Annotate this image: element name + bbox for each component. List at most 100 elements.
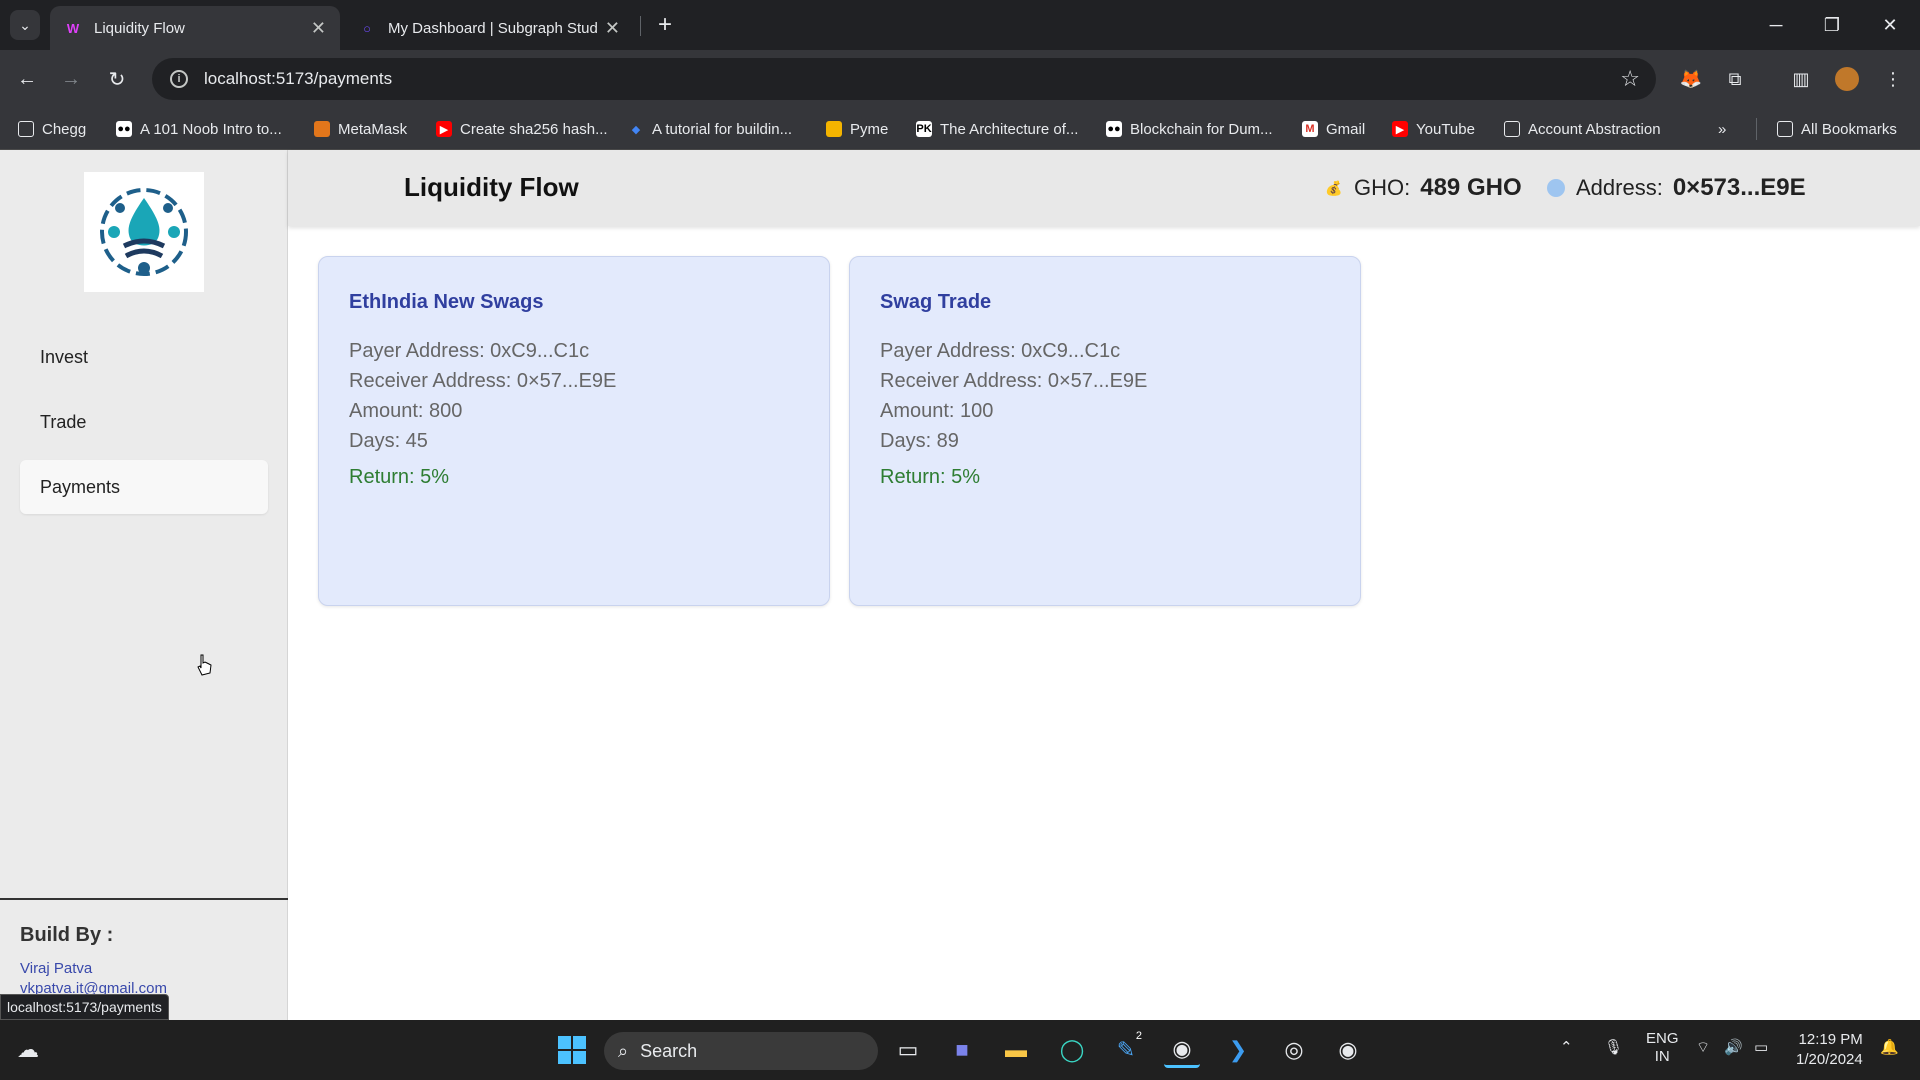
metamask-extension-icon[interactable]: 🦊 [1676, 64, 1706, 94]
link-status-bar: localhost:5173/payments [0, 994, 169, 1020]
weather-icon[interactable]: ☁ [10, 1032, 46, 1068]
bookmark-item[interactable]: ●● A 101 Noob Intro to... [116, 118, 282, 140]
back-icon[interactable]: ← [12, 64, 42, 94]
address-bar[interactable]: i localhost:5173/payments ☆ [152, 58, 1656, 100]
reload-icon[interactable]: ↻ [102, 64, 132, 94]
payment-amount: Amount: 800 [349, 400, 463, 422]
payer-address: Payer Address: 0xC9...C1c [349, 340, 590, 362]
builder-name-link[interactable]: Viraj Patva [20, 960, 92, 977]
taskbar-search[interactable]: ⌕ Search [604, 1032, 878, 1070]
notification-badge: 2 [1135, 1030, 1142, 1042]
close-icon[interactable]: ✕ [311, 18, 326, 39]
sidebar-item-trade[interactable]: Trade [20, 395, 268, 449]
minimize-icon[interactable]: ─ [1756, 8, 1796, 42]
tray-chevron-icon[interactable]: ⌃ [1560, 1038, 1573, 1056]
payment-amount: Amount: 100 [880, 400, 994, 422]
menu-kebab-icon[interactable]: ⋮ [1878, 64, 1908, 94]
close-icon[interactable]: ✕ [605, 18, 620, 39]
payment-days: Days: 89 [880, 430, 959, 452]
wallet-address: Address: 0×573...E9E [1546, 174, 1806, 202]
notifications-bell-icon[interactable]: 🔔 [1880, 1038, 1899, 1056]
browser-tabstrip: ⌄ W Liquidity Flow ✕ ○ My Dashboard | Su… [0, 0, 1920, 50]
medium-icon: ●● [1106, 121, 1122, 137]
app-logo [84, 172, 204, 292]
chrome-icon[interactable]: ◉ [1164, 1032, 1200, 1068]
receiver-address: Receiver Address: 0×57...E9E [349, 370, 617, 392]
chrome-alt-icon[interactable]: ◉ [1330, 1032, 1366, 1068]
gmail-icon: M [1302, 121, 1318, 137]
windows-start-icon[interactable] [554, 1032, 590, 1068]
money-bag-icon: 💰 [1325, 179, 1343, 196]
pk-icon: PK [916, 121, 932, 137]
file-explorer-icon[interactable]: ▬ [998, 1032, 1034, 1068]
sidebar-divider [0, 898, 288, 900]
tab-title: Liquidity Flow [94, 19, 185, 37]
bookmark-item[interactable]: ●● Blockchain for Dum... [1106, 118, 1273, 140]
gho-value: 489 GHO [1420, 174, 1522, 201]
system-clock[interactable]: 12:19 PM 1/20/2024 [1796, 1030, 1863, 1070]
bookmark-star-icon[interactable]: ☆ [1620, 66, 1640, 92]
site-info-icon[interactable]: i [170, 70, 188, 88]
taskbar-search-label: Search [640, 1040, 698, 1061]
bookmark-item[interactable]: ◆ A tutorial for buildin... [628, 118, 792, 140]
forward-icon[interactable]: → [56, 64, 86, 94]
sidebar-item-label: Trade [40, 411, 87, 432]
tab-title: My Dashboard | Subgraph Stud [388, 19, 597, 37]
sidebar-item-invest[interactable]: Invest [20, 330, 268, 384]
app-header: Liquidity Flow 💰 GHO: 489 GHO Address: 0… [288, 150, 1920, 226]
extensions-icon[interactable]: ⧉ [1720, 64, 1750, 94]
close-window-icon[interactable]: ✕ [1870, 8, 1910, 42]
tab-subgraph-studio[interactable]: ○ My Dashboard | Subgraph Stud ✕ [344, 6, 634, 50]
payer-address: Payer Address: 0xC9...C1c [880, 340, 1121, 362]
payment-card[interactable]: Swag Trade Payer Address: 0xC9...C1c Rec… [849, 256, 1361, 606]
gho-balance: 💰 GHO: 489 GHO [1324, 174, 1522, 202]
battery-icon[interactable]: ▭ [1754, 1038, 1768, 1056]
payment-return: Return: 5% [349, 466, 450, 488]
more-bookmarks-icon[interactable]: » [1718, 118, 1726, 140]
sidebar-item-payments[interactable]: Payments [20, 460, 268, 514]
vscode-icon[interactable]: ❯ [1220, 1032, 1256, 1068]
new-tab-icon[interactable]: + [650, 10, 680, 40]
task-view-icon[interactable]: ▭ [890, 1032, 926, 1068]
folder-icon [18, 121, 34, 137]
handshake-icon [826, 121, 842, 137]
folder-icon [1504, 121, 1520, 137]
tab-search-icon[interactable]: ⌄ [10, 10, 40, 40]
language-indicator[interactable]: ENG IN [1646, 1030, 1679, 1066]
pen-app-icon[interactable]: ✎ 2 [1108, 1030, 1144, 1068]
payment-days: Days: 45 [349, 430, 428, 452]
liquidity-logo-icon [100, 188, 188, 276]
side-panel-icon[interactable]: ▥ [1786, 64, 1816, 94]
bookmarks-bar: Chegg ●● A 101 Noob Intro to... MetaMask … [0, 108, 1920, 150]
bookmark-item[interactable]: ▶ Create sha256 hash... [436, 118, 608, 140]
tab-liquidity-flow[interactable]: W Liquidity Flow ✕ [50, 6, 340, 50]
bookmark-item[interactable]: ▶ YouTube [1392, 118, 1475, 140]
bookmark-item[interactable]: Pyme [826, 118, 888, 140]
subgraph-favicon-icon: ○ [363, 20, 371, 36]
payment-title: EthIndia New Swags [349, 291, 544, 313]
payment-card[interactable]: EthIndia New Swags Payer Address: 0xC9..… [318, 256, 830, 606]
obs-icon[interactable]: ◎ [1276, 1032, 1312, 1068]
all-bookmarks[interactable]: All Bookmarks [1756, 118, 1897, 140]
diamond-icon: ◆ [631, 123, 641, 136]
builder-email-link[interactable]: vkpatva.it@gmail.com [20, 980, 167, 994]
volume-icon[interactable]: 🔊 [1724, 1038, 1743, 1056]
tab-separator [640, 16, 641, 36]
build-by-heading: Build By : [20, 924, 114, 946]
wifi-icon[interactable]: ⌔ [1696, 1038, 1710, 1057]
teams-icon[interactable]: ■ [944, 1032, 980, 1068]
search-icon: ⌕ [618, 1040, 629, 1061]
profile-avatar-icon[interactable] [1832, 64, 1862, 94]
bookmark-item[interactable]: PK The Architecture of... [916, 118, 1078, 140]
app-root: Invest Trade Payments Build By : Viraj P… [0, 150, 1920, 1020]
bookmark-item[interactable]: M Gmail [1302, 118, 1365, 140]
url-text: localhost:5173/payments [204, 69, 393, 88]
microphone-icon[interactable]: 🎙 [1604, 1038, 1623, 1056]
app-ring-icon[interactable]: ◯ [1054, 1032, 1090, 1068]
restore-icon[interactable]: ❐ [1812, 8, 1852, 42]
address-label: Address: [1576, 175, 1663, 200]
bookmark-item[interactable]: MetaMask [314, 118, 407, 140]
bookmark-item[interactable]: Chegg [18, 118, 86, 140]
youtube-icon: ▶ [436, 121, 452, 137]
bookmark-item[interactable]: Account Abstraction [1504, 118, 1661, 140]
